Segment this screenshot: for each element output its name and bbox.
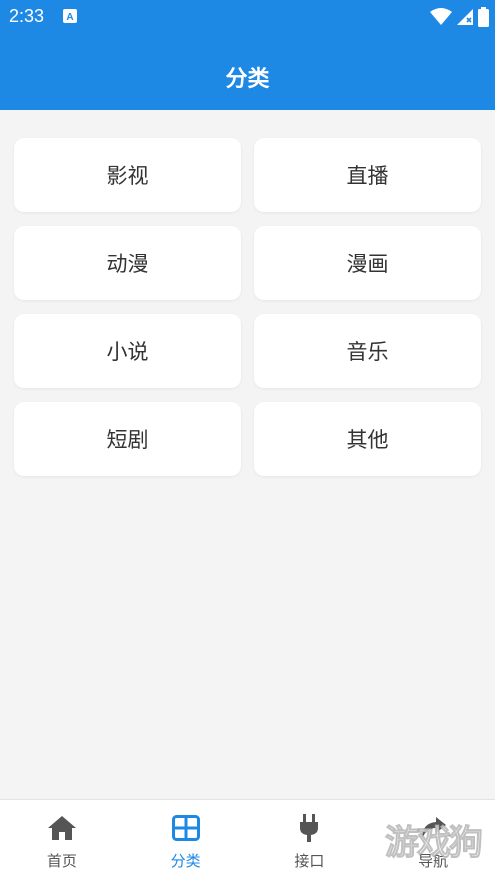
app-bar: 分类: [0, 34, 495, 110]
category-label: 音乐: [346, 340, 389, 364]
nav-label-navigation: 导航: [418, 852, 449, 870]
category-label: 直播: [346, 164, 389, 188]
category-card-short-drama[interactable]: 短剧: [14, 402, 241, 476]
nav-item-category[interactable]: 分类: [124, 800, 248, 880]
category-label: 影视: [106, 164, 149, 188]
bottom-navigation: 首页 分类 接口 导航: [0, 799, 495, 880]
category-card-anime[interactable]: 动漫: [14, 226, 241, 300]
category-label: 漫画: [346, 252, 389, 276]
status-time: 2:33: [9, 6, 45, 26]
category-card-live[interactable]: 直播: [254, 138, 481, 212]
category-card-novels[interactable]: 小说: [14, 314, 241, 388]
share-icon: [418, 813, 448, 843]
category-grid: 影视 直播 动漫 漫画 小说 音乐 短剧 其他: [14, 138, 481, 476]
nav-item-interface[interactable]: 接口: [248, 800, 372, 880]
nav-item-navigation[interactable]: 导航: [371, 800, 495, 880]
plug-icon: [294, 813, 324, 843]
category-label: 动漫: [106, 252, 149, 276]
wifi-icon: [430, 8, 452, 25]
grid-icon: [171, 813, 201, 843]
category-label: 其他: [346, 428, 389, 452]
status-icons: [430, 6, 489, 28]
nav-label-category: 分类: [170, 852, 201, 870]
category-card-movies[interactable]: 影视: [14, 138, 241, 212]
status-bar: 2:33 A: [0, 0, 495, 34]
page-title: 分类: [225, 67, 270, 92]
notification-icon: A: [63, 9, 77, 23]
category-card-other[interactable]: 其他: [254, 402, 481, 476]
nav-label-home: 首页: [46, 852, 77, 870]
svg-text:A: A: [66, 12, 73, 23]
home-icon: [47, 813, 77, 843]
nav-label-interface: 接口: [294, 852, 325, 870]
signal-icon: [457, 9, 473, 25]
nav-item-home[interactable]: 首页: [0, 800, 124, 880]
category-card-music[interactable]: 音乐: [254, 314, 481, 388]
battery-icon: [478, 7, 489, 27]
category-card-comics[interactable]: 漫画: [254, 226, 481, 300]
category-label: 短剧: [106, 428, 149, 452]
category-label: 小说: [106, 340, 149, 364]
